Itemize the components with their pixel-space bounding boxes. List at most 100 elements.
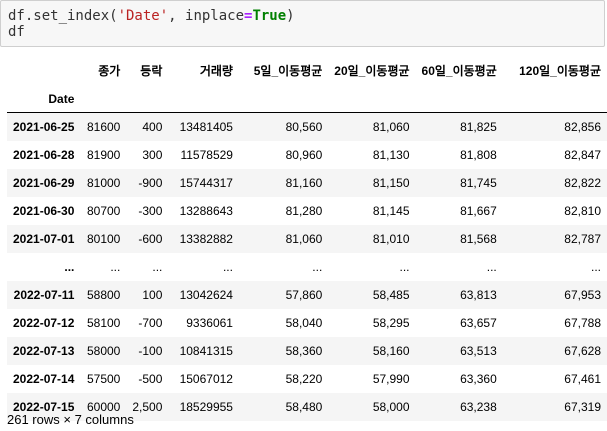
table-cell: 10841315	[179, 344, 233, 358]
dataframe-shape-summary: 261 rows × 7 columns	[7, 412, 134, 427]
table-cell: 58,040	[285, 316, 323, 330]
row-index-date: 2022-07-14	[13, 372, 75, 386]
table-cell: 58,485	[372, 288, 410, 302]
table-row: 2022-07-12 58100 -700 9336061 58,040 58,295 63…	[7, 309, 607, 337]
row-index-date: 2021-06-28	[13, 148, 75, 162]
table-cell: 57,990	[372, 372, 410, 386]
column-header-change: 등락	[140, 63, 163, 78]
index-name-label: Date	[7, 85, 81, 113]
table-cell: 57,860	[285, 288, 323, 302]
table-row: 2021-06-30 80700 -300 13288643 81,280 81,145 8…	[7, 197, 607, 225]
table-cell: 58,220	[285, 372, 323, 386]
row-index-date: 2021-06-30	[13, 204, 75, 218]
table-cell: 80700	[86, 204, 121, 218]
index-name-row: Date	[7, 85, 607, 113]
table-cell: 82,856	[564, 120, 601, 134]
table-cell: -100	[138, 344, 163, 358]
code-cell-input[interactable]: df.set_index('Date', inplace=True) df	[0, 0, 605, 47]
table-cell: 80,560	[285, 120, 323, 134]
table-cell: 81900	[86, 148, 121, 162]
code-token-keyword: True	[252, 8, 287, 24]
table-row: 2021-07-01 80100 -600 13382882 81,060 81,010 8…	[7, 225, 607, 253]
dataframe-table: 종가 등락 거래량 5일_이동평균 20일_이동평균 60일_이동평균 120일…	[7, 55, 607, 421]
table-cell: -500	[138, 372, 163, 386]
table-cell: 82,822	[564, 176, 601, 190]
table-cell: -300	[138, 204, 163, 218]
table-cell: 300	[142, 148, 163, 162]
table-cell: ...	[486, 260, 497, 274]
table-cell: 81,150	[372, 176, 410, 190]
row-index-date: 2021-06-29	[13, 176, 75, 190]
table-cell: 81,060	[372, 120, 410, 134]
table-body: 2021-06-25 81600 400 13481405 80,560 81,060 81…	[7, 112, 607, 421]
table-cell: 13042624	[179, 288, 233, 302]
column-header-ma20: 20일_이동평균	[334, 63, 410, 78]
code-token-call: df.set_index(	[8, 8, 118, 24]
column-header-close: 종가	[98, 63, 121, 78]
table-cell: 67,788	[564, 316, 601, 330]
table-cell: 81,060	[285, 232, 323, 246]
table-cell: 58,360	[285, 344, 323, 358]
table-cell: 81,145	[372, 204, 410, 218]
row-index-date: 2021-07-01	[13, 232, 75, 246]
table-cell: 81,568	[460, 232, 497, 246]
table-row: 2021-06-25 81600 400 13481405 80,560 81,060 81…	[7, 112, 607, 141]
table-cell: 80100	[86, 232, 121, 246]
table-cell: 58,160	[372, 344, 410, 358]
table-cell: 81,667	[460, 204, 497, 218]
cell-output: 종가 등락 거래량 5일_이동평균 20일_이동평균 60일_이동평균 120일…	[0, 55, 607, 421]
table-cell: 15744317	[179, 176, 233, 190]
table-row: 2021-06-29 81000 -900 15744317 81,160 81,150 8…	[7, 169, 607, 197]
table-cell: 63,360	[460, 372, 497, 386]
table-cell: 81,160	[285, 176, 323, 190]
table-cell: 13481405	[179, 120, 233, 134]
table-cell: 67,628	[564, 344, 601, 358]
code-token-paren: )	[286, 8, 295, 24]
table-cell: 81,745	[460, 176, 497, 190]
table-cell: 81,808	[460, 148, 497, 162]
table-cell: ...	[152, 260, 163, 274]
table-cell: 58100	[86, 316, 121, 330]
table-row: 2022-07-13 58000 -100 10841315 58,360 58,160 6…	[7, 337, 607, 365]
table-cell: 82,847	[564, 148, 601, 162]
table-cell: ...	[222, 260, 233, 274]
table-cell: 57500	[86, 372, 121, 386]
table-row: 2022-07-14 57500 -500 15067012 58,220 57,990 6…	[7, 365, 607, 393]
table-cell: 67,319	[564, 400, 601, 414]
code-line-1: df.set_index('Date', inplace=True)	[8, 8, 604, 24]
column-header-row: 종가 등락 거래량 5일_이동평균 20일_이동평균 60일_이동평균 120일…	[7, 55, 607, 85]
table-cell: 58,000	[372, 400, 410, 414]
table-cell: 11578529	[180, 148, 233, 162]
table-cell: 13382882	[179, 232, 233, 246]
table-cell: 9336061	[186, 316, 233, 330]
table-cell: 400	[142, 120, 163, 134]
column-header-ma60: 60일_이동평균	[421, 63, 497, 78]
table-cell: 63,657	[460, 316, 497, 330]
table-cell: 58000	[86, 344, 121, 358]
table-cell: -900	[138, 176, 163, 190]
table-cell: 58800	[86, 288, 121, 302]
row-index-date: 2022-07-13	[13, 344, 75, 358]
code-line-2: df	[8, 24, 25, 40]
table-cell: 63,238	[460, 400, 497, 414]
table-cell: 63,513	[460, 344, 497, 358]
table-cell: 63,813	[460, 288, 497, 302]
table-cell: 80,960	[285, 148, 323, 162]
row-index-date: ...	[64, 260, 75, 274]
table-cell: 81600	[86, 120, 121, 134]
table-row: ........................	[7, 253, 607, 281]
table-cell: 67,953	[564, 288, 601, 302]
table-cell: 82,810	[564, 204, 601, 218]
column-header-ma5: 5일_이동평균	[253, 63, 323, 78]
row-index-date: 2021-06-25	[13, 120, 75, 134]
table-cell: ...	[110, 260, 121, 274]
table-cell: 100	[142, 288, 163, 302]
table-cell: 15067012	[179, 372, 233, 386]
table-cell: 81,010	[372, 232, 410, 246]
table-cell: 81,825	[460, 120, 497, 134]
table-cell: 81,130	[372, 148, 410, 162]
table-cell: 81,280	[285, 204, 323, 218]
table-cell: 13288643	[179, 204, 233, 218]
table-cell: -700	[138, 316, 163, 330]
column-header-ma120: 120일_이동평균	[519, 63, 601, 78]
